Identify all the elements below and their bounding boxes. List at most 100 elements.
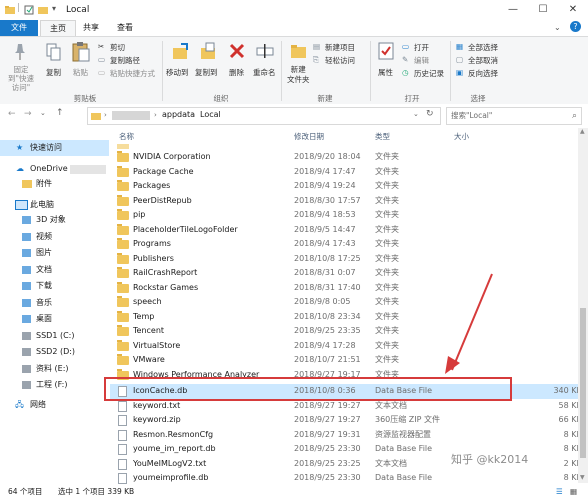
customize-toolbar-icon[interactable]: ▾ bbox=[52, 4, 56, 13]
file-row[interactable]: Publishers 2018/10/8 17:25 文件夹 bbox=[110, 252, 580, 267]
file-size: 340 KB bbox=[553, 386, 582, 395]
large-icons-view-icon[interactable]: ▦ bbox=[570, 484, 577, 500]
search-placeholder: 搜索"Local" bbox=[451, 111, 493, 120]
file-size: 66 KB bbox=[558, 415, 582, 424]
pin-icon[interactable] bbox=[12, 43, 28, 61]
edit-button[interactable]: 编辑 bbox=[414, 55, 429, 66]
column-size[interactable]: 大小 bbox=[454, 131, 469, 142]
open-button[interactable]: 打开 bbox=[414, 42, 429, 53]
help-icon[interactable]: ? bbox=[570, 21, 581, 32]
cut-button[interactable]: 剪切 bbox=[110, 42, 125, 53]
file-name: VMware bbox=[133, 355, 165, 364]
paste-shortcut-button[interactable]: 粘贴快捷方式 bbox=[110, 68, 155, 79]
rename-icon[interactable] bbox=[256, 43, 274, 59]
tab-share[interactable]: 共享 bbox=[76, 20, 106, 36]
file-date: 2018/9/4 18:53 bbox=[294, 210, 356, 219]
up-arrow-icon[interactable]: ↑ bbox=[56, 108, 64, 118]
tab-view[interactable]: 查看 bbox=[110, 20, 140, 36]
cut-icon[interactable]: ✂ bbox=[98, 42, 104, 51]
file-row[interactable]: Tencent 2018/9/25 23:35 文件夹 bbox=[110, 324, 580, 339]
search-input[interactable]: 搜索"Local" ⌕ bbox=[446, 107, 582, 125]
collapse-ribbon-icon[interactable]: ⌄ bbox=[554, 23, 561, 32]
address-input[interactable]: › › appdata › Local ⌄ ↻ bbox=[87, 107, 441, 125]
invert-selection-icon[interactable]: ▣ bbox=[456, 68, 463, 77]
move-to-button[interactable]: 移动到 bbox=[166, 67, 189, 78]
select-all-icon[interactable]: ▦ bbox=[456, 42, 463, 51]
file-row[interactable]: Package Cache 2018/9/4 17:47 文件夹 bbox=[110, 165, 580, 180]
file-row[interactable]: speech 2018/9/8 0:05 文件夹 bbox=[110, 295, 580, 310]
column-type[interactable]: 类型 bbox=[375, 131, 390, 142]
copy-icon[interactable] bbox=[46, 43, 62, 61]
select-none-icon[interactable]: ▢ bbox=[456, 55, 463, 64]
file-row[interactable]: NVIDIA Corporation 2018/9/20 18:04 文件夹 bbox=[110, 150, 580, 165]
column-date[interactable]: 修改日期 bbox=[294, 131, 324, 142]
open-icon[interactable]: ▭ bbox=[402, 42, 409, 51]
address-dropdown-icon[interactable]: ⌄ bbox=[413, 110, 419, 118]
refresh-icon[interactable]: ↻ bbox=[426, 109, 434, 119]
file-row[interactable]: Programs 2018/9/4 17:43 文件夹 bbox=[110, 237, 580, 252]
tab-file[interactable]: 文件 bbox=[0, 20, 38, 36]
edit-icon[interactable]: ✎ bbox=[402, 55, 408, 64]
paste-shortcut-icon[interactable]: ▭ bbox=[98, 68, 105, 77]
window-title: Local bbox=[66, 5, 90, 15]
copy-to-button[interactable]: 复制到 bbox=[195, 67, 218, 78]
file-icon bbox=[118, 415, 127, 426]
file-row[interactable]: pip 2018/9/4 18:53 文件夹 bbox=[110, 208, 580, 223]
minimize-button[interactable]: — bbox=[498, 0, 528, 20]
file-row[interactable]: RailCrashReport 2018/8/31 0:07 文件夹 bbox=[110, 266, 580, 281]
back-arrow-icon[interactable]: ← bbox=[8, 109, 16, 119]
nav-quick-access[interactable]: ★ 快速访问 bbox=[0, 140, 109, 156]
file-row[interactable]: VirtualStore 2018/9/4 17:28 文件夹 bbox=[110, 339, 580, 354]
forward-arrow-icon[interactable]: → bbox=[24, 109, 32, 119]
maximize-button[interactable]: ☐ bbox=[528, 0, 558, 20]
properties-button[interactable]: 属性 bbox=[378, 67, 393, 78]
copy-path-button[interactable]: 复制路径 bbox=[110, 55, 140, 66]
file-row[interactable]: Resmon.ResmonCfg 2018/9/27 19:31 资源监视器配置 8 … bbox=[110, 428, 582, 443]
file-row[interactable]: keyword.zip 2018/9/27 19:27 360压缩 ZIP 文件 66… bbox=[110, 413, 582, 428]
easy-access-button[interactable]: 轻松访问 bbox=[325, 55, 355, 66]
paste-button[interactable]: 粘贴 bbox=[73, 67, 88, 78]
invert-selection-button[interactable]: 反向选择 bbox=[468, 68, 498, 79]
file-row[interactable]: Temp 2018/10/8 23:34 文件夹 bbox=[110, 310, 580, 325]
tab-home[interactable]: 主页 bbox=[40, 20, 76, 37]
file-name: youme_im_report.db bbox=[133, 444, 216, 453]
copy-path-icon[interactable]: ▭ bbox=[98, 55, 105, 64]
easy-access-icon[interactable]: ⎘ bbox=[313, 55, 319, 65]
new-folder-button[interactable]: 新建 文件夹 bbox=[287, 65, 310, 85]
new-item-icon[interactable]: ▤ bbox=[313, 42, 320, 51]
details-view-icon[interactable]: ☰ bbox=[556, 484, 563, 500]
file-row[interactable]: Rockstar Games 2018/8/31 17:40 文件夹 bbox=[110, 281, 580, 296]
new-folder-icon[interactable] bbox=[290, 42, 308, 60]
copy-to-icon[interactable] bbox=[200, 42, 218, 62]
file-row[interactable]: PeerDistRepub 2018/8/30 17:57 文件夹 bbox=[110, 194, 580, 209]
drive-icon bbox=[22, 348, 31, 356]
select-all-button[interactable]: 全部选择 bbox=[468, 42, 498, 53]
close-button[interactable]: ✕ bbox=[558, 0, 588, 20]
paste-icon[interactable] bbox=[72, 41, 90, 63]
file-row[interactable]: VMware 2018/10/7 21:51 文件夹 bbox=[110, 353, 580, 368]
history-button[interactable]: 历史记录 bbox=[414, 68, 444, 79]
delete-button[interactable]: 删除 bbox=[229, 67, 244, 78]
breadcrumb-local[interactable]: Local bbox=[200, 110, 221, 119]
select-none-button[interactable]: 全部取消 bbox=[468, 55, 498, 66]
column-name[interactable]: 名称 bbox=[119, 131, 134, 142]
breadcrumb-appdata[interactable]: appdata bbox=[162, 110, 195, 119]
file-name: PlaceholderTileLogoFolder bbox=[133, 224, 238, 234]
recent-locations-icon[interactable]: ⌄ bbox=[40, 109, 46, 117]
pin-quick-access-button[interactable]: 固定到"快速访问" bbox=[6, 65, 36, 92]
file-row[interactable]: Packages 2018/9/4 19:24 文件夹 bbox=[110, 179, 580, 194]
rename-button[interactable]: 重命名 bbox=[253, 67, 276, 78]
properties-icon[interactable] bbox=[24, 5, 34, 15]
delete-icon[interactable] bbox=[229, 43, 245, 59]
scroll-up-icon[interactable]: ▲ bbox=[580, 128, 585, 135]
new-folder-icon[interactable] bbox=[38, 5, 48, 15]
history-icon[interactable]: ◷ bbox=[402, 68, 409, 77]
scrollbar-thumb[interactable] bbox=[580, 308, 586, 458]
file-row[interactable]: PlaceholderTileLogoFolder 2018/9/5 14:47 文… bbox=[110, 223, 580, 238]
properties-icon[interactable] bbox=[378, 42, 394, 60]
new-item-button[interactable]: 新建项目 bbox=[325, 42, 355, 53]
copy-button[interactable]: 复制 bbox=[46, 67, 61, 78]
move-to-icon[interactable] bbox=[172, 42, 190, 62]
scroll-down-icon[interactable]: ▼ bbox=[580, 474, 585, 481]
vertical-scrollbar[interactable]: ▲ ▼ bbox=[578, 128, 588, 483]
